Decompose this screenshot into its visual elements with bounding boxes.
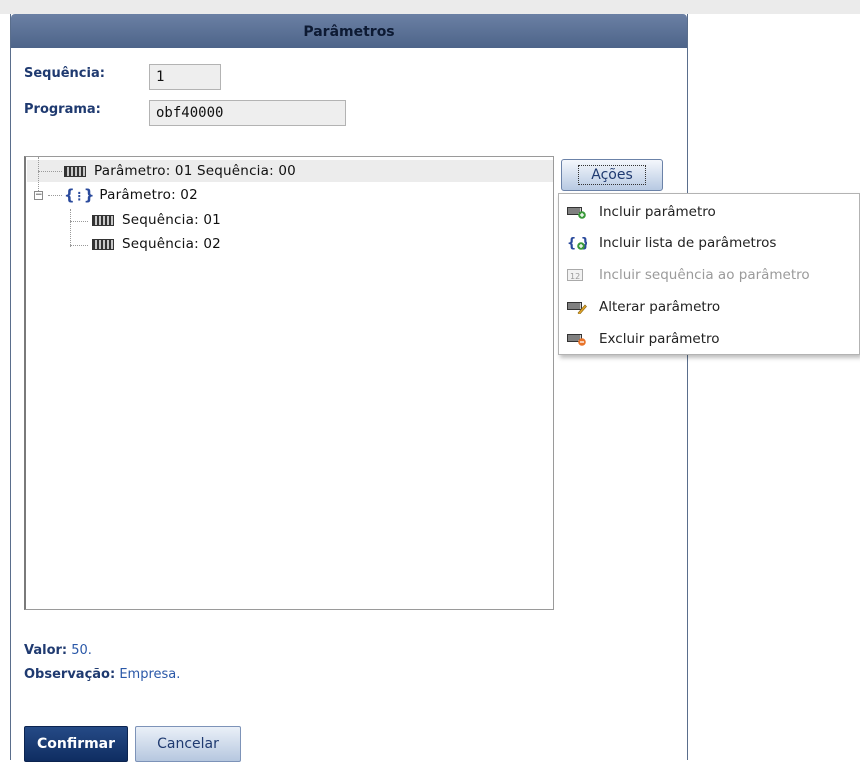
acoes-button-label: Ações [578, 165, 646, 185]
tree-node-parametro-02[interactable]: {⋮} Parâmetro: 02 [64, 186, 198, 204]
menu-item-incluir-sequencia[interactable]: 12 Incluir sequência ao parâmetro [565, 263, 855, 287]
menu-item-label: Excluir parâmetro [599, 331, 720, 347]
menu-item-label: Incluir sequência ao parâmetro [599, 267, 810, 283]
menu-item-alterar-parametro[interactable]: Alterar parâmetro [565, 295, 855, 319]
confirm-button[interactable]: Confirmar [24, 726, 128, 762]
tree-node-label: Sequência: 01 [122, 212, 221, 228]
sequencia-label: Sequência: [24, 66, 105, 81]
programa-field[interactable]: obf40000 [149, 100, 346, 126]
edit-parameter-icon [567, 302, 587, 314]
tree-connector [70, 209, 71, 247]
menu-item-incluir-lista[interactable]: { } Incluir lista de parâmetros [565, 231, 855, 255]
observacao-label: Observação: [24, 667, 116, 682]
parameters-dialog: Parâmetros Sequência: 1 Programa: obf400… [10, 14, 688, 762]
acoes-button[interactable]: Ações [561, 159, 663, 191]
menu-item-excluir-parametro[interactable]: Excluir parâmetro [565, 327, 855, 351]
observacao-value: Empresa. [119, 667, 181, 682]
braces-icon: {⋮} [64, 186, 94, 204]
valor-value: 50. [71, 643, 92, 658]
svg-text:12: 12 [570, 272, 580, 281]
tree-node-label: Parâmetro: 02 [99, 187, 198, 203]
menu-item-label: Incluir parâmetro [599, 204, 716, 220]
valor-label: Valor: [24, 643, 68, 658]
add-list-icon: { } [567, 236, 587, 251]
delete-parameter-icon [567, 334, 586, 346]
actions-menu: Incluir parâmetro { } Incluir lista de p… [558, 193, 860, 355]
valor-line: Valor: 50. [24, 643, 92, 658]
tree-connector [70, 245, 88, 246]
tree-connector [48, 195, 62, 196]
dialog-title: Parâmetros [11, 14, 687, 48]
tree-node-label: Sequência: 02 [122, 236, 221, 252]
observacao-line: Observação: Empresa. [24, 667, 180, 682]
programa-label: Programa: [24, 102, 101, 117]
tree-connector [38, 171, 62, 172]
tree-connector [70, 221, 88, 222]
tree-node-parametro-01[interactable]: Parâmetro: 01 Sequência: 00 [64, 163, 296, 179]
menu-item-label: Alterar parâmetro [599, 299, 721, 315]
parameters-tree[interactable]: − Parâmetro: 01 Sequência: 00 {⋮} Parâmet… [24, 156, 554, 610]
tree-node-sequencia-01[interactable]: Sequência: 01 [92, 212, 221, 228]
menu-item-label: Incluir lista de parâmetros [599, 235, 777, 251]
value-icon [64, 165, 86, 177]
add-parameter-icon [567, 207, 586, 219]
tree-connector [38, 157, 39, 193]
browser-background-strip [0, 0, 860, 14]
collapse-toggle[interactable]: − [34, 191, 43, 200]
tree-node-label: Parâmetro: 01 Sequência: 00 [94, 163, 296, 179]
tree-node-sequencia-02[interactable]: Sequência: 02 [92, 236, 221, 252]
add-sequence-icon: 12 [567, 269, 583, 281]
menu-item-incluir-parametro[interactable]: Incluir parâmetro [565, 200, 855, 224]
sequencia-field[interactable]: 1 [149, 64, 221, 90]
svg-text:{ }: { } [567, 236, 587, 251]
value-icon [92, 214, 114, 226]
cancel-button[interactable]: Cancelar [135, 726, 241, 762]
value-icon [92, 238, 114, 250]
